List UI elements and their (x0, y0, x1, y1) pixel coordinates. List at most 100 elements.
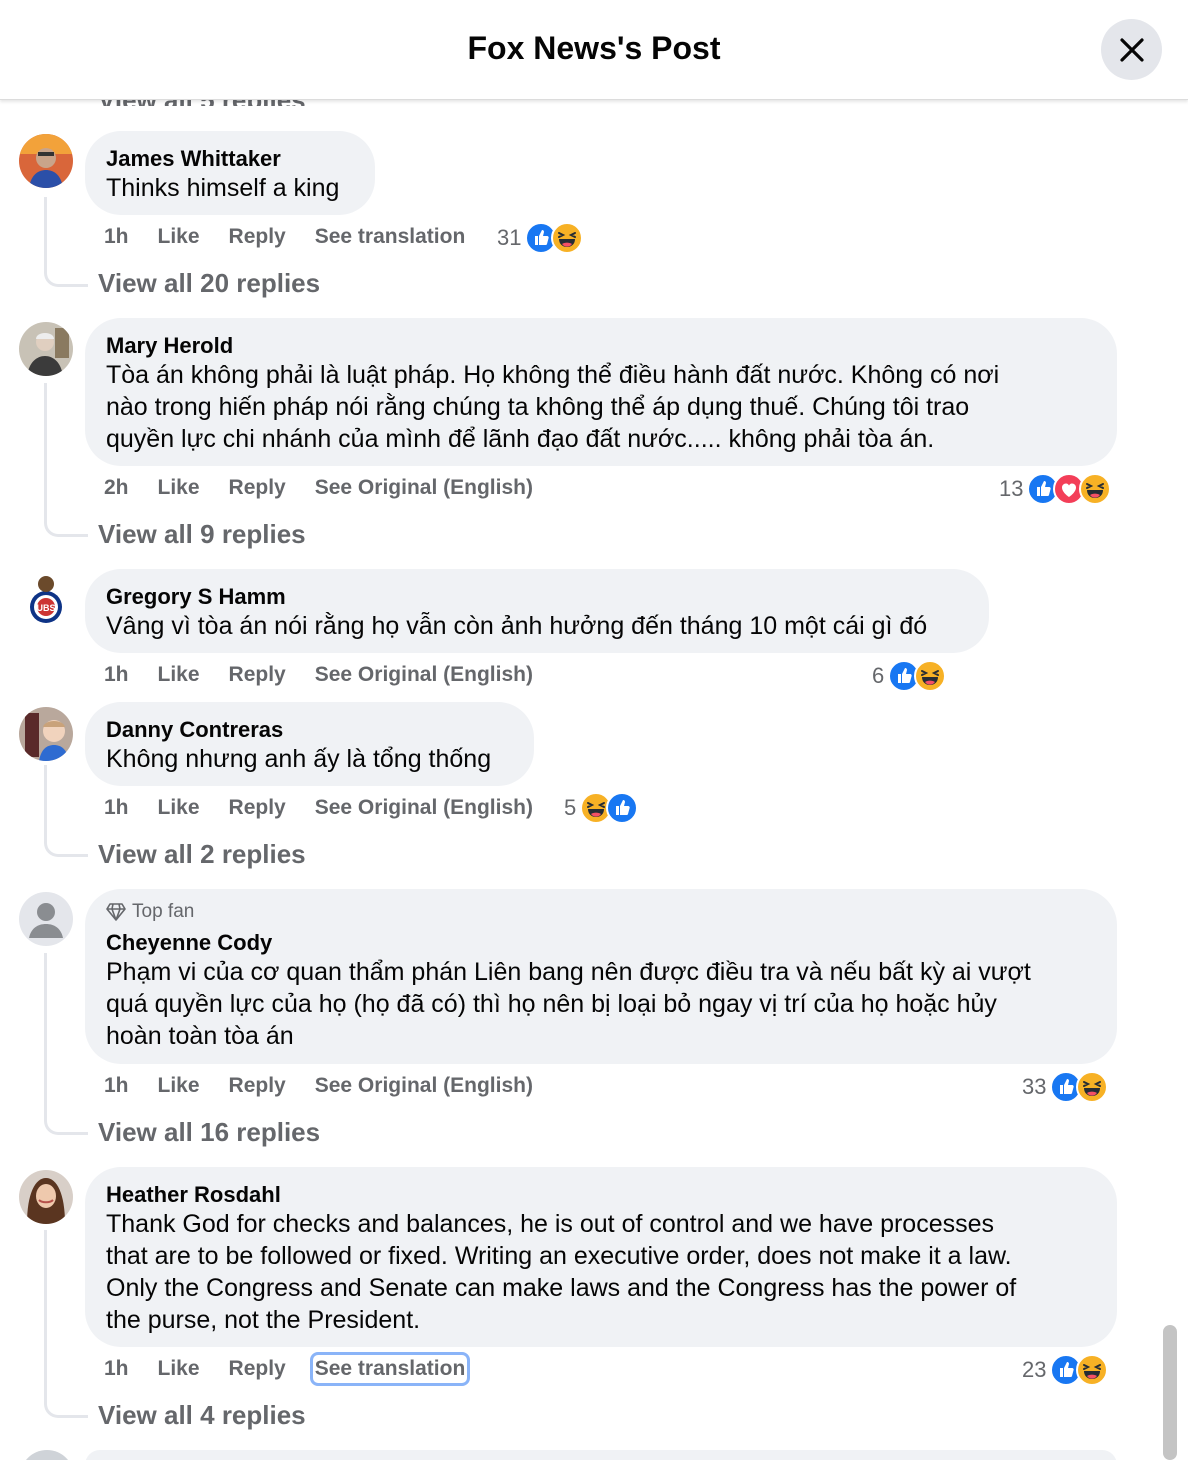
comment-bubble (85, 1450, 1117, 1460)
comment-time[interactable]: 1h (104, 796, 129, 820)
thread-connector (44, 383, 88, 537)
reaction-summary[interactable]: 5 (564, 792, 638, 824)
see-original-button[interactable]: See Original (English) (315, 796, 533, 820)
reply-button[interactable]: Reply (229, 225, 286, 249)
comment-author[interactable]: Danny Contreras (106, 716, 512, 743)
comment-time[interactable]: 1h (104, 225, 129, 249)
comment-bubble: Mary Herold Tòa án không phải là luật ph… (85, 318, 1117, 466)
like-button[interactable]: Like (158, 225, 200, 249)
comment-actions: 2h Like Reply See Original (English) (104, 476, 562, 500)
haha-reaction-icon (1076, 1071, 1108, 1103)
comment-text-line: that are to be followed or fixed. Writin… (106, 1242, 1012, 1270)
haha-reaction-icon (914, 660, 946, 692)
thread-connector (44, 953, 88, 1135)
comment-bubble: Heather Rosdahl Thank God for checks and… (85, 1167, 1117, 1347)
haha-reaction-icon (1079, 473, 1111, 505)
comment-bubble: Danny Contreras Không nhưng anh ấy là tổ… (85, 702, 534, 786)
reply-button[interactable]: Reply (229, 1074, 286, 1098)
avatar[interactable] (20, 1450, 74, 1460)
diamond-icon (106, 903, 126, 921)
comment-text-line: the purse, not the President. (106, 1306, 421, 1334)
comment-author[interactable]: Mary Herold (106, 332, 1095, 359)
reaction-count: 31 (497, 225, 522, 250)
top-fan-label: Top fan (132, 901, 195, 922)
avatar[interactable] (19, 892, 73, 946)
reply-button[interactable]: Reply (229, 663, 286, 687)
thread-connector (44, 197, 88, 287)
reaction-count: 33 (1022, 1074, 1047, 1099)
comment-time[interactable]: 1h (104, 1074, 129, 1098)
reply-button[interactable]: Reply (229, 796, 286, 820)
thread-connector (44, 765, 88, 857)
view-replies-link[interactable]: View all 20 replies (98, 268, 320, 299)
comment-actions: 1h Like Reply See Original (English) (104, 663, 562, 687)
reply-button[interactable]: Reply (229, 476, 286, 500)
reaction-summary[interactable]: 13 (999, 473, 1111, 505)
haha-reaction-icon (551, 222, 583, 254)
avatar[interactable]: UBS (19, 572, 73, 626)
view-replies-link[interactable]: View all 4 replies (98, 1400, 306, 1431)
reply-button[interactable]: Reply (229, 1357, 286, 1381)
avatar[interactable] (19, 134, 73, 188)
see-translation-button[interactable]: See translation (309, 1352, 471, 1386)
comment-bubble: Gregory S Hamm Vâng vì tòa án nói rằng h… (85, 569, 989, 653)
view-replies-link[interactable]: View all 16 replies (98, 1117, 320, 1148)
like-button[interactable]: Like (158, 476, 200, 500)
reaction-count: 5 (564, 795, 577, 820)
close-icon (1119, 37, 1144, 62)
comment-text-line: Thank God for checks and balances, he is… (106, 1210, 995, 1238)
avatar[interactable] (19, 322, 73, 376)
svg-text:UBS: UBS (36, 603, 55, 613)
thread-connector (44, 1230, 88, 1418)
comment-author[interactable]: Heather Rosdahl (106, 1181, 1095, 1208)
reaction-count: 23 (1022, 1357, 1047, 1382)
comment-author[interactable]: Gregory S Hamm (106, 583, 967, 610)
comment-text-line: Tòa án không phải là luật pháp. Họ không… (106, 361, 1000, 389)
like-button[interactable]: Like (158, 796, 200, 820)
comment-time[interactable]: 1h (104, 663, 129, 687)
comment-actions: 1h Like Reply See translation (104, 1352, 494, 1386)
comment-text: Không nhưng anh ấy là tổng thống (106, 745, 492, 773)
comment-author[interactable]: Cheyenne Cody (106, 929, 1095, 956)
scrollbar-thumb[interactable] (1163, 1325, 1177, 1460)
haha-reaction-icon (1076, 1354, 1108, 1386)
comment-actions: 1h Like Reply See Original (English) (104, 1074, 562, 1098)
see-original-button[interactable]: See Original (English) (315, 1074, 533, 1098)
comment-actions: 1h Like Reply See Original (English) (104, 796, 562, 820)
dialog-title: Fox News's Post (467, 30, 721, 66)
comment-text-line: quá quyền lực của họ (họ đã có) thì họ n… (106, 990, 997, 1018)
see-translation-button[interactable]: See translation (315, 225, 466, 249)
comment-text: Vâng vì tòa án nói rằng họ vẫn còn ảnh h… (106, 612, 928, 640)
reaction-summary[interactable]: 6 (872, 660, 946, 692)
view-replies-link[interactable]: View all 2 replies (98, 839, 306, 870)
dialog-header: Fox News's Post (0, 0, 1188, 100)
avatar[interactable] (19, 707, 73, 761)
reaction-count: 13 (999, 476, 1024, 501)
like-reaction-icon (606, 792, 638, 824)
comment-text-line: Only the Congress and Senate can make la… (106, 1274, 1017, 1302)
avatar[interactable] (19, 1170, 73, 1224)
comment-time[interactable]: 2h (104, 476, 129, 500)
see-original-button[interactable]: See Original (English) (315, 663, 533, 687)
view-replies-link[interactable]: View all 9 replies (98, 519, 306, 550)
comment-text-line: nào trong hiến pháp nói rằng chúng ta kh… (106, 393, 970, 421)
close-button[interactable] (1101, 19, 1162, 80)
top-fan-badge: Top fan (106, 901, 1095, 923)
see-original-button[interactable]: See Original (English) (315, 476, 533, 500)
reaction-summary[interactable]: 31 (497, 222, 583, 254)
comment-time[interactable]: 1h (104, 1357, 129, 1381)
comment-text-line: hoàn toàn tòa án (106, 1022, 294, 1050)
like-button[interactable]: Like (158, 1074, 200, 1098)
like-button[interactable]: Like (158, 1357, 200, 1381)
comment-bubble: Top fan Cheyenne Cody Phạm vi của cơ qua… (85, 889, 1117, 1064)
reaction-summary[interactable]: 23 (1022, 1354, 1108, 1386)
reaction-count: 6 (872, 663, 885, 688)
comment-author[interactable]: James Whittaker (106, 145, 353, 172)
comment-text: Thinks himself a king (106, 174, 340, 202)
comment-text-line: quyền lực chi nhánh của mình để lãnh đạo… (106, 425, 935, 453)
like-button[interactable]: Like (158, 663, 200, 687)
comment-bubble: James Whittaker Thinks himself a king (85, 131, 375, 215)
reaction-summary[interactable]: 33 (1022, 1071, 1108, 1103)
comment-actions: 1h Like Reply See translation (104, 225, 494, 249)
comment-text-line: Phạm vi của cơ quan thẩm phán Liên bang … (106, 958, 1031, 986)
